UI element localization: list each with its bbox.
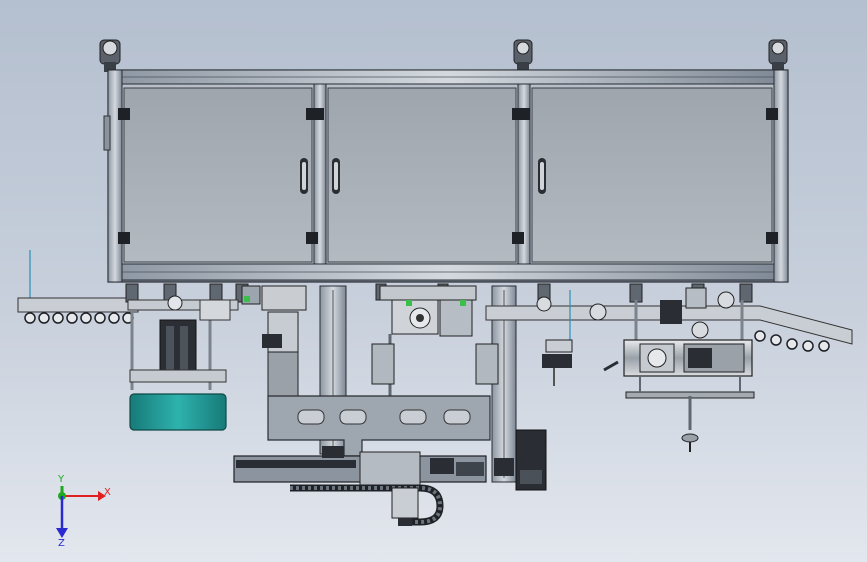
caster-wheel-left-icon xyxy=(99,39,121,72)
cabinet-door-left[interactable] xyxy=(123,87,313,263)
y-axis-label: Y xyxy=(57,474,65,485)
caster-wheel-middle-icon xyxy=(513,39,533,72)
gantry-plate xyxy=(267,395,491,457)
z-axis-label: Z xyxy=(58,538,65,549)
plunger-rod xyxy=(681,396,699,452)
door-handle-icon xyxy=(538,158,546,194)
coordinate-triad: X Y Z xyxy=(56,474,111,549)
x-axis-label: X xyxy=(104,487,111,498)
cabinet-door-middle[interactable] xyxy=(327,87,517,263)
cabinet-door-right[interactable] xyxy=(531,87,773,263)
left-roller-conveyor xyxy=(17,297,139,324)
linear-module-horizontal xyxy=(233,446,487,487)
door-handle-icon xyxy=(332,158,340,194)
door-handle-icon xyxy=(300,158,308,194)
teal-bin xyxy=(129,393,227,431)
machine-assembly-drawing: X Y Z xyxy=(17,39,853,549)
sensor-block-left xyxy=(241,285,307,311)
caster-wheel-right-icon xyxy=(768,39,788,72)
cad-viewport[interactable]: X Y Z xyxy=(0,0,867,562)
drive-motor-assembly xyxy=(603,339,755,399)
left-feeder-station xyxy=(127,295,239,431)
